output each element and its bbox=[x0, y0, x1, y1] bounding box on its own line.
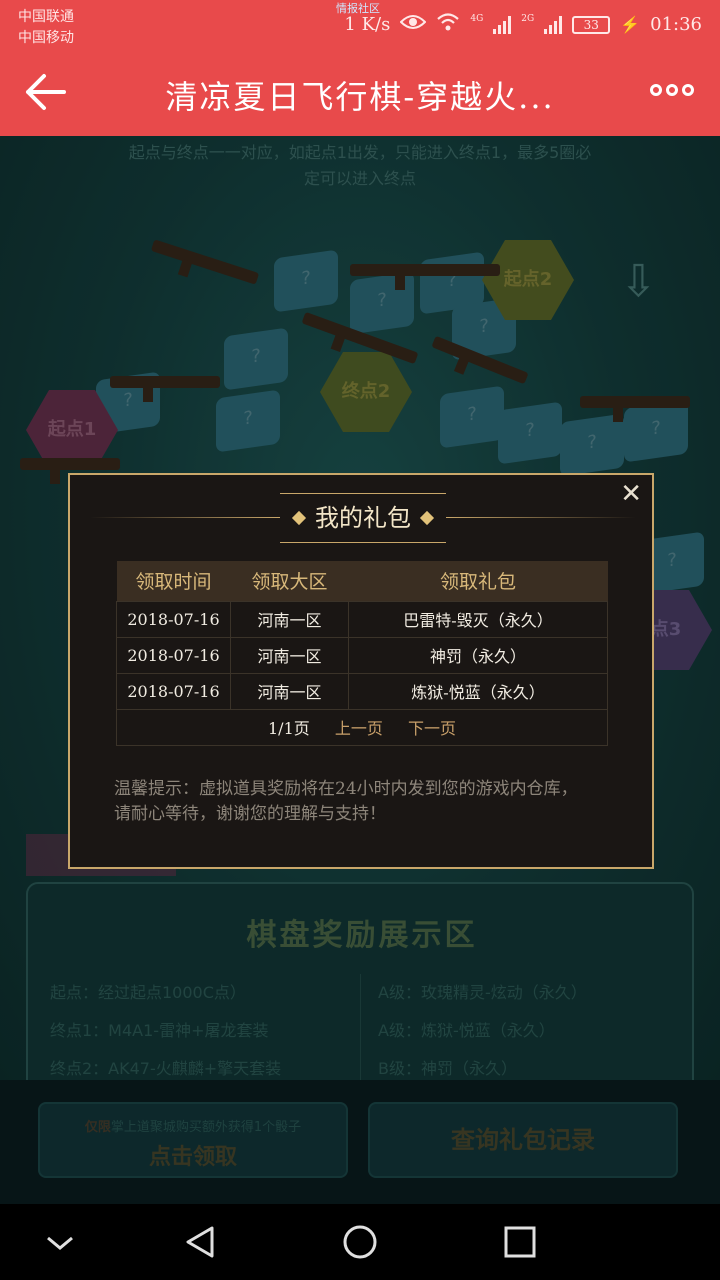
net-2g-label: 2G bbox=[521, 13, 535, 24]
pager-row: 1/1页 上一页 下一页 bbox=[116, 708, 608, 746]
table-row: 2018-07-16 河南一区 巴雷特-毁灭（永久） bbox=[116, 600, 608, 638]
diamond-icon bbox=[419, 510, 435, 526]
page-info: 1/1页 bbox=[268, 719, 310, 738]
clock: 01:36 bbox=[650, 14, 702, 35]
app-bar: 清凉夏日飞行棋-穿越火... bbox=[0, 50, 720, 136]
header-ornament-line bbox=[90, 517, 280, 518]
pager: 1/1页 上一页 下一页 bbox=[116, 708, 608, 746]
page-title: 清凉夏日飞行棋-穿越火... bbox=[165, 78, 555, 116]
status-bar: 中国联通 中国移动 情报社区 1 K/s 4G 2G 33 ⚡ 01:36 bbox=[0, 0, 720, 50]
cell-time: 2018-07-16 bbox=[116, 672, 231, 710]
gift-records-modal: ✕ 我的礼包 领取时间 领取大区 领取礼包 2018-07-16 河南一区 巴雷… bbox=[68, 473, 654, 869]
cell-gift: 炼狱-悦蓝（永久） bbox=[348, 672, 608, 710]
net-4g-label: 4G bbox=[470, 13, 484, 24]
charging-icon: ⚡ bbox=[620, 15, 641, 34]
carrier-2: 中国移动 bbox=[18, 30, 74, 46]
column-header: 领取礼包 bbox=[348, 561, 608, 601]
gift-table: 领取时间 领取大区 领取礼包 2018-07-16 河南一区 巴雷特-毁灭（永久… bbox=[116, 561, 608, 746]
tip-line-2: 请耐心等待，谢谢您的理解与支持！ bbox=[114, 804, 386, 824]
header-title-box: 我的礼包 bbox=[280, 493, 446, 543]
table-row: 2018-07-16 河南一区 炼狱-悦蓝（永久） bbox=[116, 672, 608, 710]
back-triangle-icon[interactable] bbox=[178, 1222, 222, 1262]
next-page-link[interactable]: 下一页 bbox=[408, 719, 456, 738]
status-indicators: 1 K/s 4G 2G 33 ⚡ 01:36 bbox=[344, 12, 702, 37]
carrier-1: 中国联通 bbox=[18, 9, 74, 25]
prev-page-link[interactable]: 上一页 bbox=[335, 719, 383, 738]
table-row: 2018-07-16 河南一区 神罚（永久） bbox=[116, 636, 608, 674]
diamond-icon bbox=[291, 510, 307, 526]
net-speed: 1 K/s bbox=[344, 14, 391, 35]
chevron-down-icon[interactable] bbox=[38, 1222, 82, 1262]
table-header-row: 领取时间 领取大区 领取礼包 bbox=[116, 561, 608, 601]
modal-title: 我的礼包 bbox=[315, 504, 411, 532]
column-header: 领取大区 bbox=[230, 561, 349, 601]
tip-line-1: 温馨提示：虚拟道具奖励将在24小时内发到您的游戏内仓库， bbox=[114, 779, 578, 799]
cell-gift: 巴雷特-毁灭（永久） bbox=[348, 600, 608, 638]
home-circle-icon[interactable] bbox=[338, 1222, 382, 1262]
modal-header: 我的礼包 bbox=[90, 493, 636, 543]
tips-text: 温馨提示：虚拟道具奖励将在24小时内发到您的游戏内仓库， 请耐心等待，谢谢您的理… bbox=[114, 777, 614, 827]
signal-4g-icon bbox=[493, 15, 512, 34]
recents-square-icon[interactable] bbox=[498, 1222, 542, 1262]
cell-gift: 神罚（永久） bbox=[348, 636, 608, 674]
battery-icon: 33 bbox=[572, 15, 611, 34]
cell-region: 河南一区 bbox=[230, 672, 349, 710]
cell-time: 2018-07-16 bbox=[116, 636, 231, 674]
signal-2g-icon bbox=[544, 15, 563, 34]
cell-time: 2018-07-16 bbox=[116, 600, 231, 638]
column-header: 领取时间 bbox=[116, 561, 231, 601]
eye-icon bbox=[399, 13, 427, 36]
more-dots-icon[interactable] bbox=[650, 84, 694, 96]
cell-region: 河南一区 bbox=[230, 636, 349, 674]
wifi-icon bbox=[436, 12, 460, 37]
system-nav-bar bbox=[0, 1204, 720, 1280]
header-ornament-line bbox=[446, 517, 636, 518]
cell-region: 河南一区 bbox=[230, 600, 349, 638]
